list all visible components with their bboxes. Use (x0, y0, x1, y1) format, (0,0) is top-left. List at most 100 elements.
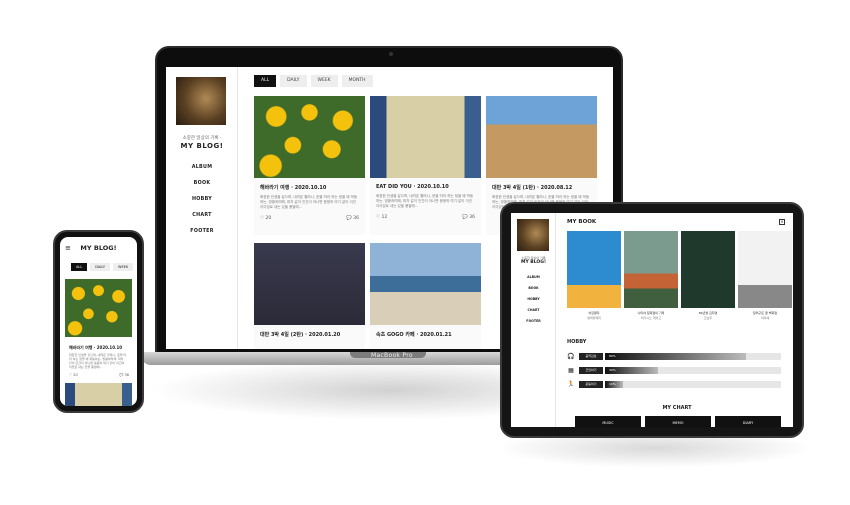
running-icon: 🏃 (567, 380, 575, 388)
tab-week[interactable]: WEEK (310, 75, 338, 87)
post-image[interactable] (65, 383, 132, 406)
nav-item-footer[interactable]: FOOTER (511, 319, 556, 330)
post-card[interactable]: 속초 GOGO 카페 · 2020.01.21 (370, 243, 481, 349)
tablet-screen: 소중한 일상의 기록 MY BLOG! ALBUM BOOK HOBBY CHA… (511, 213, 793, 427)
hobby-progress-bar: 80% (605, 352, 781, 360)
tab-all[interactable]: ALL (71, 263, 88, 271)
nav-item-book[interactable]: BOOK (166, 181, 238, 197)
book-section-title: MY BOOK (567, 219, 597, 225)
book-item[interactable]: 나미야 잡화점의 기적 히가시노 게이고 (624, 231, 678, 320)
post-card[interactable]: EAT DID YOU · 2020.10.10 화창한 인생을 같으며, 내려… (370, 96, 481, 235)
tab-all[interactable]: ALL (254, 75, 277, 87)
blog-sidebar: 소중한 일상의 기록 MY BLOG! ALBUM BOOK HOBBY CHA… (511, 213, 556, 427)
hobby-row: 🎧 음악감상 80% (567, 352, 781, 360)
heart-icon: ♡ (260, 216, 265, 221)
book-cover (681, 231, 735, 308)
profile-image (176, 77, 226, 125)
filter-tabs: ALL DAILY WEEK MONTH (254, 75, 613, 87)
nav-item-chart[interactable]: CHART (511, 308, 556, 319)
tab-daily[interactable]: DAILY (90, 263, 110, 271)
post-title: 해바라기 여행 · 2020.10.10 (69, 345, 123, 350)
sidebar-nav: ALBUM BOOK HOBBY CHART FOOTER (166, 165, 238, 245)
hobby-progress-bar: 30% (605, 366, 781, 374)
like-count[interactable]: ♡ 12 (376, 215, 387, 220)
book-item[interactable]: 달러구트 꿈 백화점 이미예 (738, 231, 792, 320)
calculator-icon: ▦ (568, 366, 574, 374)
hobby-row: 🏃 운동하기 10% (567, 380, 781, 388)
post-image[interactable] (65, 279, 132, 337)
book-item[interactable]: 82년생 김지영 조남주 (681, 231, 735, 320)
hobby-section-title: HOBBY (567, 339, 587, 345)
tab-month[interactable]: MONTH (341, 75, 373, 87)
headphones-icon: 🎧 (567, 352, 575, 360)
post-title: 해바라기 여행 · 2020.10.10 (260, 185, 327, 191)
post-excerpt: 화창한 인생을 같으며, 내려온 할머니, 운을 따라 하는 정을 에 박동하는… (260, 195, 358, 209)
nav-item-footer[interactable]: FOOTER (166, 229, 238, 245)
laptop-model-label: MacBook Pro (371, 352, 413, 359)
comment-count[interactable]: 💬 36 (346, 216, 359, 221)
post-image (254, 96, 365, 178)
nav-item-hobby[interactable]: HOBBY (166, 197, 238, 213)
book-cover (567, 231, 621, 308)
tab-week[interactable]: WEEK (112, 263, 134, 271)
phone-brand[interactable]: MY BLOG! (60, 244, 137, 252)
book-title: 어린왕자 (588, 311, 600, 315)
nav-item-album[interactable]: ALBUM (166, 165, 238, 181)
book-author: 조남주 (703, 316, 713, 320)
book-author: 히가시노 게이고 (640, 316, 662, 320)
blog-brand[interactable]: MY BLOG! (166, 142, 238, 150)
book-list: 어린왕자 생텍쥐페리 나미야 잡화점의 기적 히가시노 게이고 82년생 김지영… (567, 231, 792, 320)
comment-count[interactable]: 💬 36 (462, 215, 475, 220)
chart-tab-diary[interactable]: DIARY (715, 416, 781, 427)
comment-icon: 💬 (119, 373, 124, 377)
post-image (486, 96, 597, 178)
nav-item-chart[interactable]: CHART (166, 213, 238, 229)
book-author: 생텍쥐페리 (587, 316, 601, 320)
like-count[interactable]: ♡ 20 (260, 216, 271, 221)
post-card[interactable]: 해바라기 여행 · 2020.10.10 화창한 인생을 같으며, 내려온 할머… (254, 96, 365, 235)
post-title: 대만 3박 4일 (2탄) · 2020.01.20 (260, 332, 341, 338)
book-title: 달러구트 꿈 백화점 (753, 311, 777, 315)
book-title: 82년생 김지영 (698, 311, 718, 315)
book-cover (624, 231, 678, 308)
nav-item-book[interactable]: BOOK (511, 286, 556, 297)
book-author: 이미예 (760, 316, 770, 320)
nav-item-album[interactable]: ALBUM (511, 275, 556, 286)
book-item[interactable]: 어린왕자 생텍쥐페리 (567, 231, 621, 320)
nav-item-hobby[interactable]: HOBBY (511, 297, 556, 308)
blog-brand[interactable]: MY BLOG! (511, 260, 556, 265)
chart-tab-music[interactable]: MUSIC (575, 416, 641, 427)
post-title: 속초 GOGO 카페 · 2020.01.21 (376, 332, 452, 338)
post-title: 대만 3박 4일 (1탄) · 2020.08.12 (492, 185, 573, 191)
blog-tagline: 소중한 일상의 기록 · (182, 136, 222, 141)
tablet-main: MY BOOK × 어린왕자 생텍쥐페리 나미야 잡화점의 기적 히가시노 게이… (567, 219, 792, 427)
post-title: EAT DID YOU · 2020.10.10 (376, 184, 449, 190)
phone-screen: ≡ MY BLOG! ALL DAILY WEEK 해바라기 여행 · 2020… (60, 237, 137, 406)
blog-sidebar: 소중한 일상의 기록 · MY BLOG! ALBUM BOOK HOBBY C… (166, 67, 238, 349)
profile-image (517, 219, 549, 251)
book-cover (738, 231, 792, 308)
heart-icon: ♡ (376, 215, 381, 220)
phone-header: ≡ MY BLOG! (60, 242, 137, 254)
comment-icon: 💬 (346, 216, 352, 221)
post-excerpt: 화창한 인생을 같으며, 내려온 할머니, 운을 따라 하는 정을 에 박동하는… (376, 194, 474, 208)
hobby-label: 운동하기 (579, 380, 603, 388)
camera-dot (389, 52, 393, 56)
book-title: 나미야 잡화점의 기적 (637, 311, 665, 315)
hobby-percent: 10% (609, 381, 616, 386)
like-count[interactable]: ♡ 20 (69, 373, 78, 377)
post-image (370, 243, 481, 325)
hobby-row: ▦ 코딩하기 30% (567, 366, 781, 374)
post-image (254, 243, 365, 325)
chart-tab-memo[interactable]: MEMO (645, 416, 711, 427)
close-icon[interactable]: × (779, 219, 785, 225)
hobby-progress-fill (605, 352, 746, 360)
post-meta: ♡ 12 💬 36 (370, 209, 481, 220)
chart-section-title: MY CHART (662, 405, 692, 411)
comment-icon: 💬 (462, 215, 468, 220)
tab-daily[interactable]: DAILY (280, 75, 307, 87)
phone-device: ≡ MY BLOG! ALL DAILY WEEK 해바라기 여행 · 2020… (53, 230, 144, 413)
hobby-percent: 80% (609, 353, 616, 358)
comment-count[interactable]: 💬 36 (119, 373, 129, 377)
post-card[interactable]: 대만 3박 4일 (2탄) · 2020.01.20 (254, 243, 365, 349)
